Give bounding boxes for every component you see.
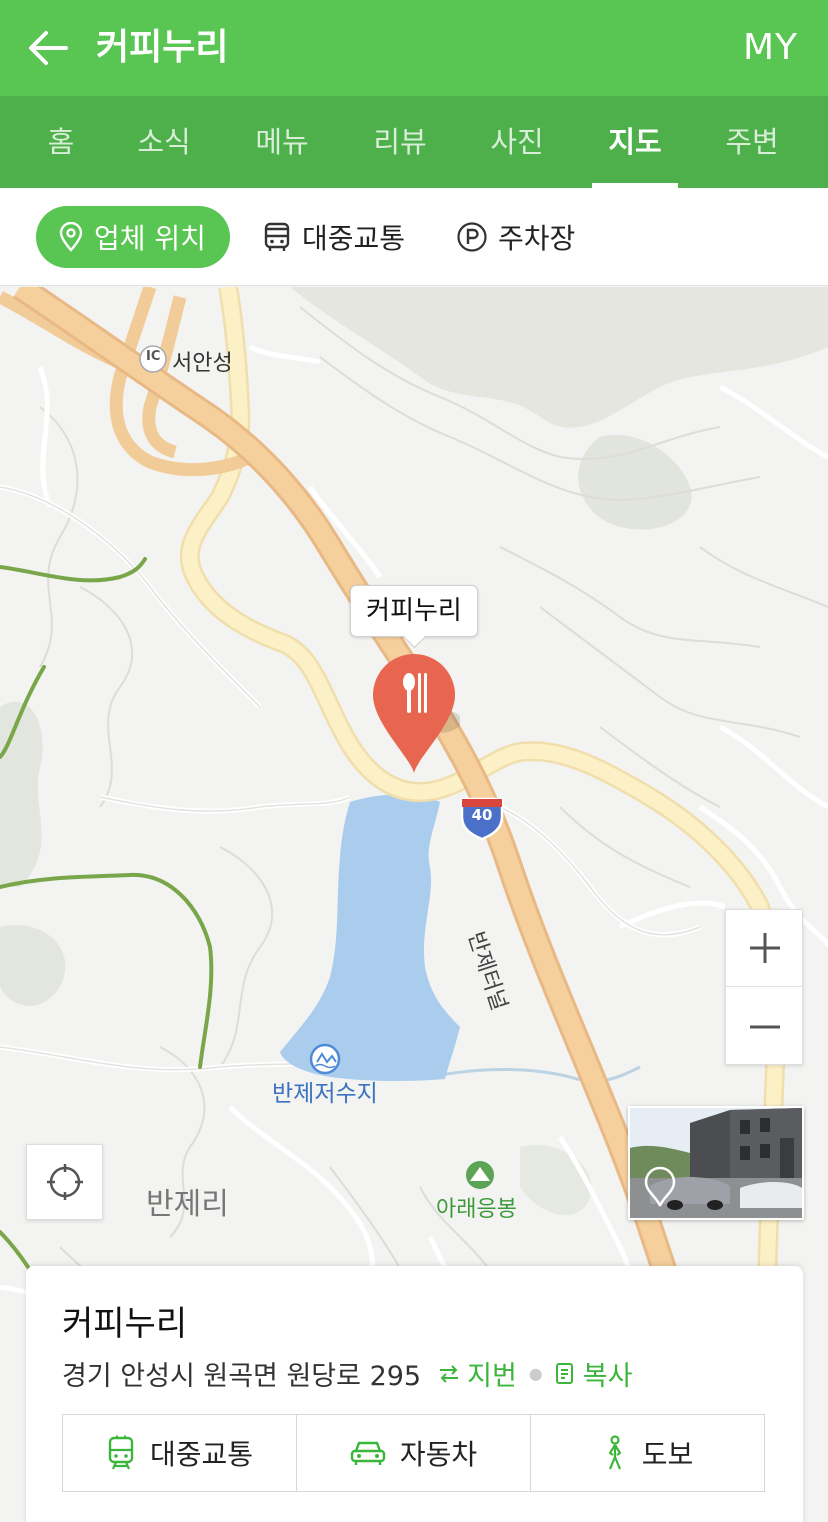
- copy-label: 복사: [582, 1361, 633, 1392]
- address-row: 경기 안성시 원곡면 원당로 295 지번 ● 복사: [62, 1354, 632, 1393]
- street-view-thumbnail[interactable]: [628, 1106, 804, 1220]
- place-name: 커피누리: [62, 1304, 188, 1344]
- minus-icon: [750, 1025, 780, 1028]
- chip-business-location-label: 업체 위치: [94, 222, 206, 255]
- lot-number-toggle[interactable]: 지번: [437, 1354, 517, 1393]
- tab-news[interactable]: 소식: [105, 96, 223, 188]
- crosshair-icon: [46, 1164, 83, 1200]
- route-walk-label: 도보: [641, 1438, 694, 1471]
- page-title: 커피누리: [96, 27, 229, 68]
- car-icon: [350, 1441, 386, 1465]
- highway-number-label: 40: [471, 806, 493, 824]
- back-arrow-icon[interactable]: [22, 22, 74, 74]
- tab-bar: 홈 소식 메뉴 리뷰 사진 지도 주변: [0, 96, 828, 188]
- current-location-button[interactable]: [26, 1144, 103, 1220]
- copy-icon: [555, 1362, 573, 1384]
- reservoir-label: 반제저수지: [272, 1081, 378, 1107]
- tab-nearby[interactable]: 주변: [693, 96, 811, 188]
- my-button[interactable]: MY: [743, 24, 798, 72]
- top-app-bar: 커피누리 MY: [0, 0, 828, 96]
- peak-label: 아래응봉: [436, 1197, 517, 1222]
- chip-parking-label: 주차장: [498, 222, 576, 255]
- walking-person-icon: [608, 1435, 621, 1470]
- tab-home[interactable]: 홈: [2, 96, 120, 188]
- zoom-out-button[interactable]: [726, 988, 804, 1065]
- restaurant-marker-icon[interactable]: [370, 651, 462, 777]
- ic-badge: IC: [146, 349, 161, 364]
- tab-photos[interactable]: 사진: [458, 96, 576, 188]
- marker-callout[interactable]: 커피누리: [350, 585, 478, 637]
- map-mode-bar: 업체 위치 대중교통 주차장: [0, 188, 828, 286]
- address-text: 경기 안성시 원곡면 원당로 295: [62, 1361, 422, 1392]
- water-icon: [309, 1043, 341, 1075]
- lot-number-label: 지번: [467, 1361, 517, 1392]
- swap-arrows-icon: [440, 1364, 459, 1383]
- zoom-in-button[interactable]: [726, 910, 804, 987]
- place-info-card: 커피누리 경기 안성시 원곡면 원당로 295 지번 ● 복사 대중교통 자동차…: [26, 1266, 803, 1522]
- copy-address-button[interactable]: 복사: [553, 1354, 633, 1393]
- zoom-controls: [725, 909, 804, 1065]
- chip-parking[interactable]: 주차장: [456, 206, 575, 268]
- tab-map[interactable]: 지도: [576, 96, 694, 188]
- route-transit-label: 대중교통: [149, 1438, 254, 1471]
- chip-transit[interactable]: 대중교통: [262, 206, 405, 268]
- tab-reviews[interactable]: 리뷰: [341, 96, 459, 188]
- chip-business-location[interactable]: 업체 위치: [36, 206, 230, 268]
- tab-menu[interactable]: 메뉴: [223, 96, 341, 188]
- chip-transit-label: 대중교통: [302, 222, 406, 255]
- separator-dot: ●: [528, 1364, 543, 1383]
- parking-icon: [457, 222, 487, 252]
- route-options: 대중교통 자동차 도보: [62, 1414, 765, 1492]
- train-icon: [108, 1435, 134, 1470]
- bus-icon: [264, 222, 290, 251]
- mountain-peak-icon: [466, 1161, 494, 1189]
- route-walk-button[interactable]: 도보: [531, 1415, 764, 1491]
- route-car-button[interactable]: 자동차: [297, 1415, 531, 1491]
- location-pin-icon: [59, 222, 83, 252]
- village-label: 반제리: [146, 1187, 229, 1222]
- plus-icon: [750, 933, 780, 963]
- interchange-label: 서안성: [172, 351, 233, 376]
- route-car-label: 자동차: [399, 1438, 478, 1471]
- route-transit-button[interactable]: 대중교통: [63, 1415, 297, 1491]
